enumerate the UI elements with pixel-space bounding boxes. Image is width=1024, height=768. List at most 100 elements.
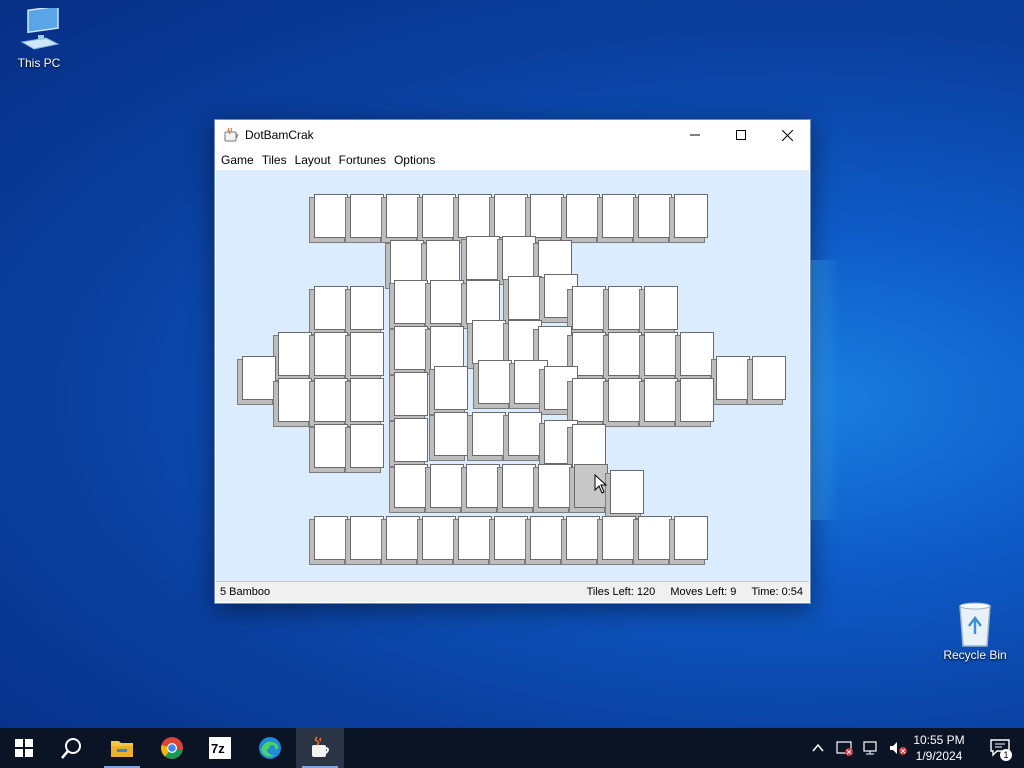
- notification-center-button[interactable]: 1: [976, 728, 1024, 768]
- mahjong-tile[interactable]: [608, 332, 642, 376]
- recycle-bin-icon: [952, 600, 998, 647]
- mahjong-tile[interactable]: [680, 378, 714, 422]
- chevron-up-icon[interactable]: [812, 742, 824, 754]
- mahjong-tile[interactable]: [458, 194, 492, 238]
- mahjong-tile[interactable]: [680, 332, 714, 376]
- menu-game[interactable]: Game: [217, 153, 258, 167]
- mahjong-tile[interactable]: [430, 326, 464, 370]
- mahjong-tile[interactable]: [572, 424, 606, 468]
- file-explorer-button[interactable]: [98, 728, 146, 768]
- menu-fortunes[interactable]: Fortunes: [335, 153, 390, 167]
- mahjong-tile[interactable]: [466, 280, 500, 324]
- mahjong-tile[interactable]: [350, 286, 384, 330]
- mahjong-tile[interactable]: [426, 240, 460, 284]
- mahjong-tile[interactable]: [314, 332, 348, 376]
- mahjong-tile[interactable]: [572, 286, 606, 330]
- 7zip-button[interactable]: 7z: [196, 728, 244, 768]
- java-app-button[interactable]: [296, 728, 344, 768]
- mahjong-tile[interactable]: [278, 332, 312, 376]
- edge-button[interactable]: [246, 728, 294, 768]
- menu-options[interactable]: Options: [390, 153, 439, 167]
- edge-icon: [259, 737, 281, 759]
- security-icon[interactable]: [836, 740, 854, 756]
- mahjong-tile[interactable]: [350, 194, 384, 238]
- mahjong-tile[interactable]: [466, 236, 500, 280]
- mahjong-tile[interactable]: [514, 360, 548, 404]
- mahjong-tile[interactable]: [566, 194, 600, 238]
- mahjong-tile[interactable]: [610, 470, 644, 514]
- mahjong-tile[interactable]: [538, 464, 572, 508]
- mahjong-tile[interactable]: [394, 464, 428, 508]
- mahjong-tile[interactable]: [350, 378, 384, 422]
- mahjong-tile[interactable]: [350, 424, 384, 468]
- title-bar[interactable]: DotBamCrak: [215, 120, 810, 150]
- mahjong-tile[interactable]: [674, 194, 708, 238]
- close-button[interactable]: [764, 120, 810, 150]
- mahjong-tile[interactable]: [608, 378, 642, 422]
- maximize-button[interactable]: [718, 120, 764, 150]
- mahjong-tile[interactable]: [716, 356, 750, 400]
- mahjong-tile[interactable]: [566, 516, 600, 560]
- start-button[interactable]: [0, 728, 48, 768]
- mahjong-tile[interactable]: [494, 516, 528, 560]
- menu-layout[interactable]: Layout: [291, 153, 335, 167]
- mahjong-tile[interactable]: [314, 424, 348, 468]
- mahjong-tile[interactable]: [430, 464, 464, 508]
- mahjong-tile[interactable]: [472, 412, 506, 456]
- mahjong-tile[interactable]: [394, 326, 428, 370]
- mahjong-tile[interactable]: [386, 194, 420, 238]
- mahjong-tile[interactable]: [508, 412, 542, 456]
- mahjong-tile[interactable]: [530, 194, 564, 238]
- mahjong-tile[interactable]: [572, 378, 606, 422]
- search-button[interactable]: [48, 728, 96, 768]
- mahjong-tile[interactable]: [502, 464, 536, 508]
- mahjong-tile[interactable]: [242, 356, 276, 400]
- mahjong-tile[interactable]: [644, 286, 678, 330]
- mahjong-tile[interactable]: [494, 194, 528, 238]
- mahjong-tile[interactable]: [390, 240, 424, 284]
- mahjong-tile[interactable]: [502, 236, 536, 280]
- mahjong-tile[interactable]: [508, 276, 542, 320]
- mahjong-tile[interactable]: [350, 516, 384, 560]
- mahjong-tile[interactable]: [386, 516, 420, 560]
- mahjong-tile[interactable]: [422, 516, 456, 560]
- mahjong-tile[interactable]: [602, 516, 636, 560]
- mahjong-tile[interactable]: [350, 332, 384, 376]
- mahjong-tile[interactable]: [674, 516, 708, 560]
- mahjong-tile[interactable]: [478, 360, 512, 404]
- desktop-icon-recycle-bin[interactable]: Recycle Bin: [935, 600, 1015, 662]
- chrome-button[interactable]: [148, 728, 196, 768]
- mahjong-tile[interactable]: [638, 516, 672, 560]
- computer-icon: [16, 5, 62, 54]
- mahjong-tile[interactable]: [472, 320, 506, 364]
- mahjong-tile[interactable]: [638, 194, 672, 238]
- mahjong-tile[interactable]: [458, 516, 492, 560]
- mahjong-tile[interactable]: [434, 366, 468, 410]
- mahjong-tile[interactable]: [278, 378, 312, 422]
- mahjong-tile[interactable]: [430, 280, 464, 324]
- mahjong-tile[interactable]: [314, 378, 348, 422]
- mahjong-tile[interactable]: [394, 418, 428, 462]
- mahjong-tile[interactable]: [314, 516, 348, 560]
- menu-tiles[interactable]: Tiles: [258, 153, 291, 167]
- mahjong-tile[interactable]: [434, 412, 468, 456]
- mahjong-tile[interactable]: [530, 516, 564, 560]
- mahjong-tile[interactable]: [508, 320, 542, 364]
- network-icon[interactable]: [862, 740, 880, 756]
- mahjong-tile[interactable]: [314, 194, 348, 238]
- mahjong-tile[interactable]: [608, 286, 642, 330]
- clock[interactable]: 10:55 PM 1/9/2024: [904, 732, 974, 764]
- mahjong-tile[interactable]: [466, 464, 500, 508]
- mahjong-tile[interactable]: [394, 372, 428, 416]
- mahjong-tile[interactable]: [394, 280, 428, 324]
- mahjong-tile[interactable]: [644, 378, 678, 422]
- game-board[interactable]: [216, 170, 809, 601]
- mahjong-tile[interactable]: [752, 356, 786, 400]
- mahjong-tile[interactable]: [644, 332, 678, 376]
- desktop-icon-this-pc[interactable]: This PC: [0, 5, 79, 70]
- system-tray: [812, 728, 908, 768]
- mahjong-tile[interactable]: [422, 194, 456, 238]
- mahjong-tile[interactable]: [314, 286, 348, 330]
- minimize-button[interactable]: [672, 120, 718, 150]
- mahjong-tile[interactable]: [602, 194, 636, 238]
